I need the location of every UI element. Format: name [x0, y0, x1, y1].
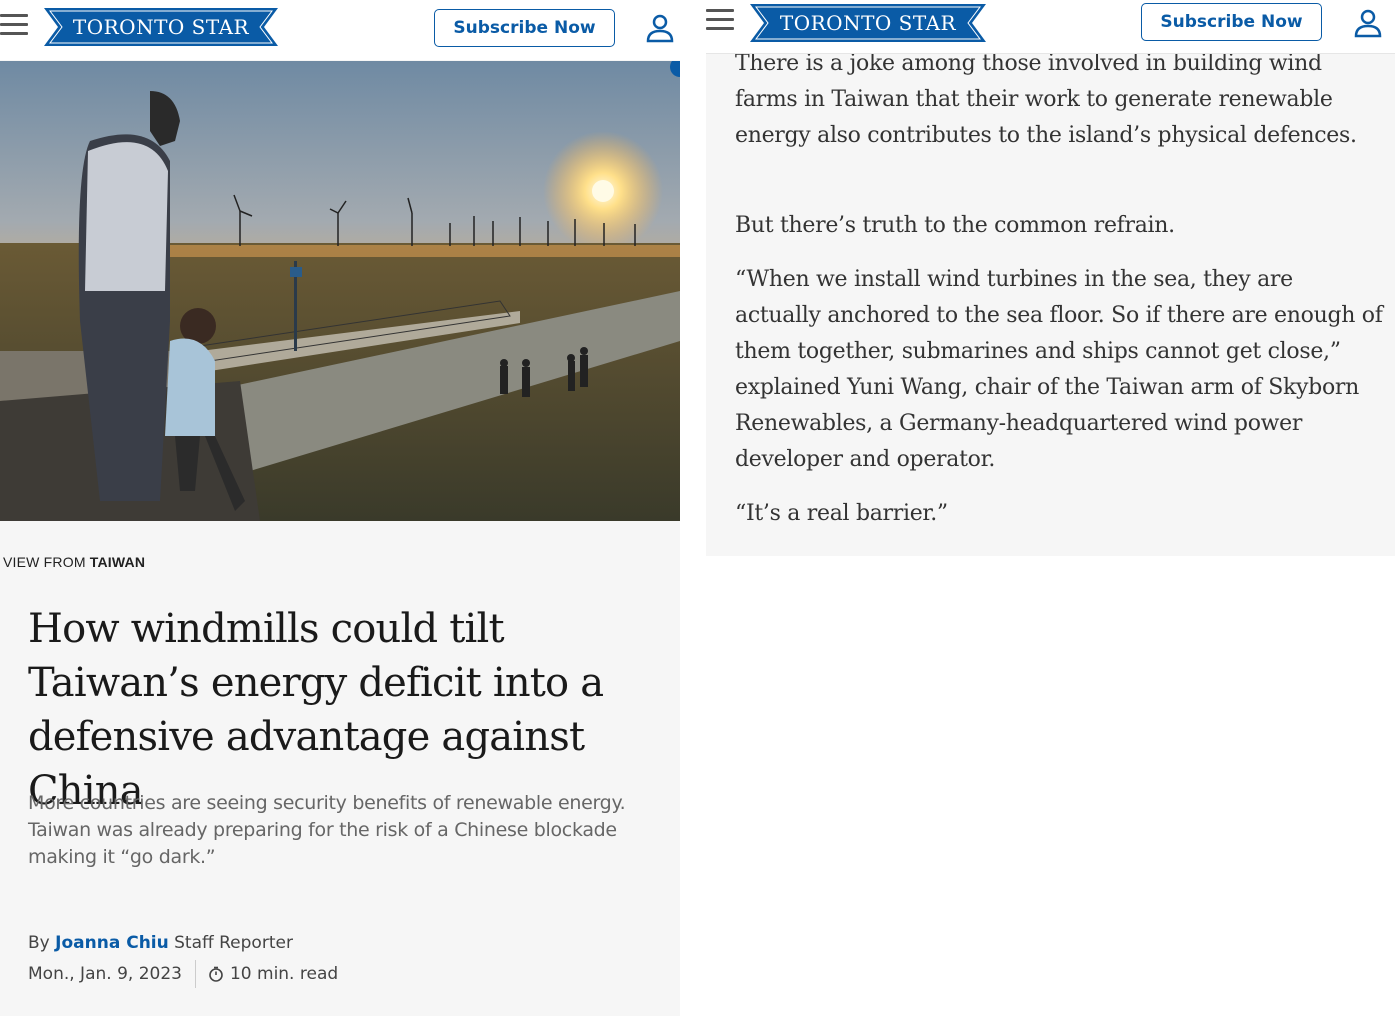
logo-text: TORONTO STAR [72, 15, 250, 39]
site-header: TORONTO STAR Subscribe Now [0, 0, 680, 60]
toronto-star-logo[interactable]: TORONTO STAR [750, 4, 986, 42]
author-link[interactable]: Joanna Chiu [55, 933, 169, 953]
kicker-prefix: VIEW FROM [3, 554, 86, 570]
body-paragraph: “When we install wind turbines in the se… [735, 267, 1383, 472]
user-account-icon[interactable] [1353, 8, 1383, 38]
article-meta: Mon., Jan. 9, 2023 10 min. read [28, 960, 338, 988]
article-headline: How windmills could tilt Taiwan’s energy… [28, 606, 604, 814]
right-pane: TORONTO STAR Subscribe Now There is a jo… [706, 0, 1395, 1016]
user-account-icon[interactable] [645, 13, 675, 43]
site-header-sticky: TORONTO STAR Subscribe Now [706, 0, 1395, 54]
stopwatch-icon [209, 966, 223, 982]
menu-icon[interactable] [0, 14, 28, 36]
body-paragraph: There is a joke among those involved in … [735, 54, 1357, 148]
hero-image [0, 61, 680, 521]
read-time: 10 min. read [229, 964, 339, 984]
byline: By Joanna Chiu Staff Reporter [28, 933, 293, 953]
body-paragraph: “It’s a real barrier.” [735, 501, 948, 526]
section-kicker: VIEW FROM TAIWAN [3, 554, 145, 570]
menu-icon[interactable] [706, 9, 734, 31]
subscribe-button[interactable]: Subscribe Now [434, 9, 615, 47]
kicker-section-link[interactable]: TAIWAN [90, 554, 145, 570]
author-role: Staff Reporter [174, 933, 293, 953]
left-pane: TORONTO STAR Subscribe Now VIEW FROM TAI… [0, 0, 680, 1016]
subscribe-button[interactable]: Subscribe Now [1141, 3, 1322, 41]
toronto-star-logo[interactable]: TORONTO STAR [44, 8, 278, 46]
logo-text: TORONTO STAR [779, 11, 957, 35]
body-paragraph: But there’s truth to the common refrain. [735, 213, 1175, 238]
meta-divider [194, 960, 196, 988]
byline-prefix: By [28, 933, 50, 953]
publish-date: Mon., Jan. 9, 2023 [28, 964, 182, 984]
article-body: There is a joke among those involved in … [706, 54, 1395, 556]
article-dek: More countries are seeing security benef… [28, 792, 626, 868]
